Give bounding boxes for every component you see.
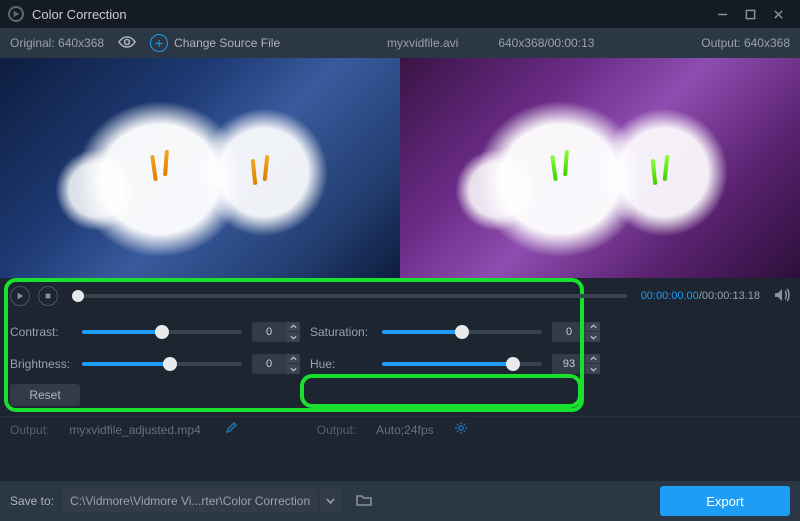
preview-row (0, 58, 800, 278)
save-path-dropdown[interactable] (318, 489, 342, 513)
export-button[interactable]: Export (660, 486, 790, 516)
settings-gear-icon[interactable] (454, 421, 468, 438)
source-filename: myxvidfile.avi (387, 36, 458, 50)
saturation-slider[interactable] (382, 330, 542, 334)
controls-panel: 00:00:00.00/00:00:13.18 Contrast: Satura… (0, 278, 800, 406)
saturation-value[interactable] (552, 322, 586, 342)
contrast-value[interactable] (252, 322, 286, 342)
output-size-label: Output: 640x368 (701, 36, 790, 50)
open-folder-icon[interactable] (356, 493, 372, 509)
saturation-row: Saturation: (310, 322, 600, 342)
save-path-field[interactable]: C:\Vidmore\Vidmore Vi...rter\Color Corre… (62, 489, 318, 513)
saturation-spinner[interactable] (586, 322, 600, 342)
preview-original (0, 58, 400, 278)
window-title: Color Correction (32, 7, 127, 22)
hue-value[interactable] (552, 354, 586, 374)
output-file-label: Output: (10, 423, 49, 437)
brightness-slider[interactable] (82, 362, 242, 366)
output-format-value: Auto;24fps (376, 423, 433, 437)
change-source-label: Change Source File (174, 36, 280, 50)
minimize-button[interactable] (708, 0, 736, 28)
plus-circle-icon: + (150, 34, 168, 52)
hue-label: Hue: (310, 357, 372, 371)
hue-slider[interactable] (382, 362, 542, 366)
brightness-value[interactable] (252, 354, 286, 374)
change-source-button[interactable]: + Change Source File (150, 34, 280, 52)
output-file-value: myxvidfile_adjusted.mp4 (69, 423, 200, 437)
play-button[interactable] (10, 286, 30, 306)
hue-row: Hue: (310, 354, 600, 374)
scrub-bar[interactable] (72, 294, 627, 298)
stop-button[interactable] (38, 286, 58, 306)
output-row: Output: myxvidfile_adjusted.mp4 Output: … (0, 416, 800, 442)
maximize-button[interactable] (736, 0, 764, 28)
title-bar: Color Correction (0, 0, 800, 28)
close-button[interactable] (764, 0, 792, 28)
output-format-label: Output: (317, 423, 356, 437)
brightness-row: Brightness: (10, 354, 300, 374)
saturation-label: Saturation: (310, 325, 372, 339)
time-current: 00:00:00.00 (641, 290, 699, 302)
preview-adjusted (400, 58, 800, 278)
playback-row: 00:00:00.00/00:00:13.18 (10, 284, 790, 308)
contrast-label: Contrast: (10, 325, 72, 339)
source-meta: 640x368/00:00:13 (498, 36, 594, 50)
contrast-spinner[interactable] (286, 322, 300, 342)
hue-spinner[interactable] (586, 354, 600, 374)
contrast-slider[interactable] (82, 330, 242, 334)
info-bar: Original: 640x368 + Change Source File m… (0, 28, 800, 58)
highlight-hue (300, 374, 582, 408)
edit-filename-icon[interactable] (225, 422, 237, 437)
brightness-label: Brightness: (10, 357, 72, 371)
timecode: 00:00:00.00/00:00:13.18 (641, 290, 760, 302)
time-total: 00:00:13.18 (702, 290, 760, 302)
volume-icon[interactable] (774, 288, 790, 305)
original-size-label: Original: 640x368 (10, 36, 104, 50)
reset-button[interactable]: Reset (10, 384, 80, 406)
bottom-bar: Save to: C:\Vidmore\Vidmore Vi...rter\Co… (0, 481, 800, 521)
app-logo-icon (8, 6, 24, 22)
brightness-spinner[interactable] (286, 354, 300, 374)
save-to-label: Save to: (10, 494, 54, 508)
contrast-row: Contrast: (10, 322, 300, 342)
preview-toggle-icon[interactable] (118, 36, 136, 51)
